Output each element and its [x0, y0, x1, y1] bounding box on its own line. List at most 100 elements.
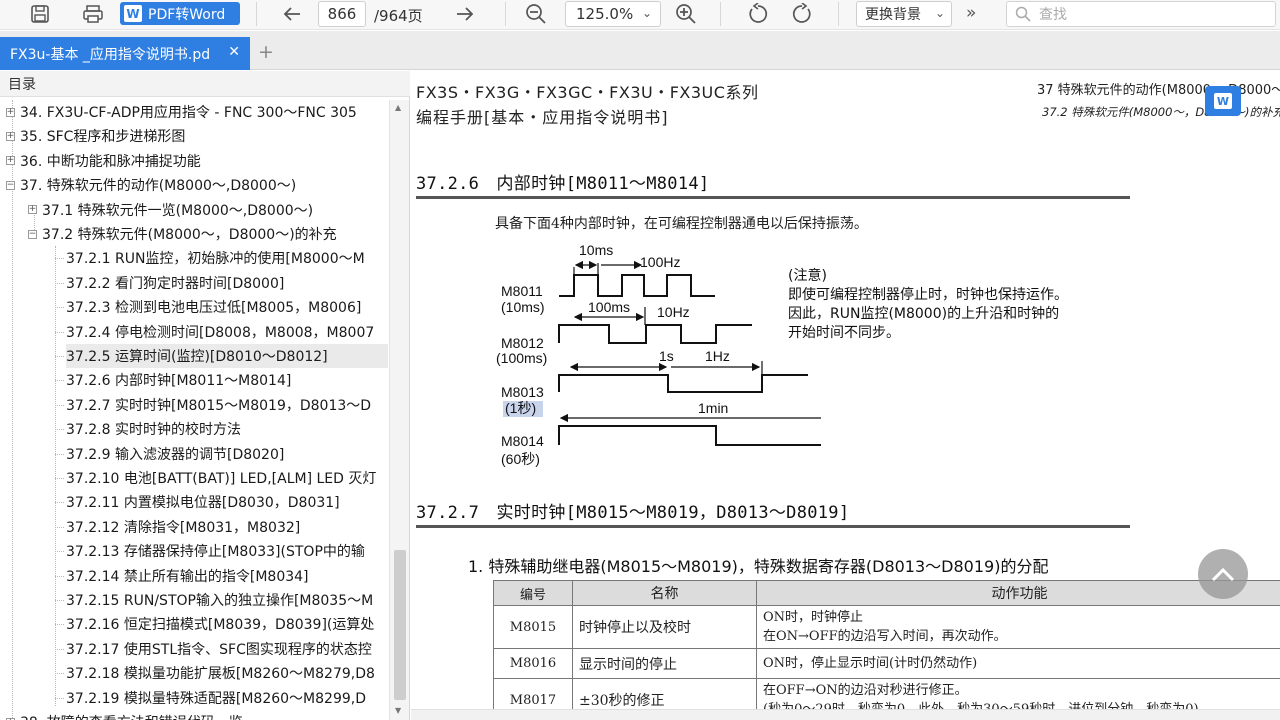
header-series: FX3S・FX3G・FX3GC・FX3U・FX3UC系列: [416, 83, 759, 102]
sidebar-scrollbar[interactable]: ▲ ▼: [389, 100, 409, 720]
toc-item[interactable]: 37.2.11 内置模拟电位器[D8030，D8031]: [55, 490, 388, 514]
toc-item-label: 37.2.16 恒定扫描模式[M8039，D8039](运算处: [66, 617, 375, 634]
tab-bar: FX3u-基本 _应用指令说明书.pd ✕ +: [0, 31, 1280, 70]
zoom-out-icon[interactable]: [523, 2, 549, 26]
m8013-waveform: [558, 374, 808, 393]
document-tab[interactable]: FX3u-基本 _应用指令说明书.pd ✕: [0, 37, 250, 70]
section-title-realtime-clock: 37.2.7 实时时钟[M8015～M8019，D8013～D8019]: [416, 503, 850, 523]
collapse-icon[interactable]: −: [6, 180, 15, 190]
toc-item[interactable]: +34. FX3U-CF-ADP用应用指令 - FNC 300～FNC 305: [6, 100, 388, 124]
search-icon: [1015, 6, 1031, 22]
m8012-waveform: [558, 324, 752, 344]
document-horizontal-scrollbar[interactable]: [411, 709, 1280, 720]
tree-line: [55, 246, 56, 706]
arrow-left-icon[interactable]: [279, 2, 305, 26]
tree-line: [55, 697, 64, 699]
chevron-up-icon: [1211, 567, 1235, 582]
toc-item-label: 37. 特殊软元件的动作(M8000～,D8000～): [20, 178, 297, 195]
note-title: (注意): [788, 268, 827, 284]
m8011-width: 10ms: [579, 242, 613, 258]
rotate-left-icon[interactable]: [745, 2, 771, 26]
rotate-right-icon[interactable]: [789, 2, 815, 26]
scroll-up-arrow-icon[interactable]: ▲: [395, 103, 401, 112]
background-select[interactable]: 更换背景 ⌄: [856, 1, 952, 27]
toc-item[interactable]: +35. SFC程序和步进梯形图: [6, 124, 388, 148]
toc-item-label: 37.2.6 内部时钟[M8011～M8014]: [66, 373, 292, 390]
table-cell-name: 显示时间的停止: [572, 648, 757, 679]
toc-item-label: 37.2.10 电池[BATT(BAT)] LED,[ALM] LED 灭灯: [66, 471, 377, 487]
toc-item-label: 37.2.17 使用STL指令、SFC图实现程序的状态控: [66, 641, 372, 658]
toc-item[interactable]: 37.2.14 禁止所有输出的指令[M8034]: [55, 564, 388, 588]
expand-icon[interactable]: +: [6, 131, 15, 141]
collapse-icon[interactable]: −: [28, 229, 37, 239]
tree-line: [55, 453, 64, 455]
header-manual: 编程手册[基本・应用指令说明书]: [416, 108, 669, 127]
save-icon[interactable]: [27, 2, 53, 26]
function-line: ON时，停止显示时间(计时仍然动作): [763, 656, 978, 671]
toc-item-label: 37.2.9 输入滤波器的调节[D8020]: [66, 446, 285, 463]
toc-item[interactable]: 37.2.1 RUN监控，初始脉冲的使用[M8000～M: [55, 246, 388, 270]
note-line: 因此，RUN监控(M8000)的上升沿和时钟的: [788, 306, 1060, 322]
toc-item[interactable]: 37.2.17 使用STL指令、SFC图实现程序的状态控: [55, 637, 388, 661]
toc-item-label: 36. 中断功能和脉冲捕捉功能: [20, 153, 201, 170]
search-input[interactable]: 查找: [1006, 1, 1276, 27]
page-number-input[interactable]: 866: [318, 1, 366, 27]
table-row: M8016 显示时间的停止 ON时，停止显示时间(计时仍然动作): [493, 648, 1280, 679]
close-icon[interactable]: ✕: [228, 44, 240, 60]
tree-line: [55, 429, 64, 431]
add-tab-button[interactable]: +: [258, 41, 274, 63]
zoom-select[interactable]: 125.0% ⌄: [565, 1, 661, 27]
toc-item[interactable]: −37. 特殊软元件的动作(M8000～,D8000～): [6, 173, 388, 197]
toc-item-label: 37.2.7 实时时钟[M8015～M8019，D8013～D: [66, 397, 372, 414]
toc-item[interactable]: 37.2.18 模拟量功能扩展板[M8260～M8279,D8: [55, 661, 388, 685]
table-cell-function: ON时，停止显示时间(计时仍然动作): [756, 648, 1280, 679]
word-icon: W: [124, 5, 142, 22]
toc-item-label: 34. FX3U-CF-ADP用应用指令 - FNC 300～FNC 305: [20, 105, 357, 121]
toc-item-label: 37.2.8 实时时钟的校时方法: [66, 422, 241, 439]
table-cell-no: M8016: [493, 648, 573, 679]
toc-item[interactable]: 37.2.8 实时时钟的校时方法: [55, 417, 388, 441]
toc-item-label: 38. 故障的查看方法和错误代码一览: [20, 712, 243, 720]
toc-item[interactable]: 37.2.12 清除指令[M8031，M8032]: [55, 515, 388, 539]
section-rule: [416, 525, 1130, 528]
toc-item[interactable]: 37.2.15 RUN/STOP输入的独立操作[M8035～M: [55, 588, 388, 612]
toc-item[interactable]: +37.1 特殊软元件一览(M8000～,D8000～): [28, 198, 388, 222]
m8011-waveform: [559, 274, 715, 297]
word-float-button[interactable]: W: [1205, 86, 1241, 116]
toc-item[interactable]: 37.2.7 实时时钟[M8015～M8019，D8013～D: [55, 393, 388, 417]
expand-icon[interactable]: +: [28, 205, 37, 215]
sidebar-scrollbar-thumb[interactable]: [394, 550, 406, 700]
background-select-label: 更换背景: [865, 7, 921, 23]
expand-icon[interactable]: +: [6, 156, 15, 166]
toc-item-label: 37.2.4 停电检测时间[D8008，M8008，M8007: [66, 324, 375, 341]
toc-item[interactable]: 37.2.10 电池[BATT(BAT)] LED,[ALM] LED 灭灯: [55, 466, 388, 490]
arrow-right-icon[interactable]: [452, 2, 478, 26]
m8013-frequency: 1Hz: [705, 348, 730, 364]
scroll-to-top-button[interactable]: [1198, 549, 1248, 599]
tree-line: [55, 307, 64, 309]
more-tools-button[interactable]: »: [966, 3, 976, 23]
print-icon[interactable]: [80, 2, 106, 26]
toc-item-label: 37.2.14 禁止所有输出的指令[M8034]: [66, 568, 309, 585]
function-line: 在ON→OFF的边沿写入时间，再次动作。: [763, 629, 1007, 644]
toc-item[interactable]: 37.2.16 恒定扫描模式[M8039，D8039](运算处: [55, 612, 388, 636]
toc-item[interactable]: 37.2.2 看门狗定时器时间[D8000]: [55, 271, 388, 295]
scroll-down-arrow-icon[interactable]: ▼: [395, 706, 401, 715]
toc-item[interactable]: +36. 中断功能和脉冲捕捉功能: [6, 149, 388, 173]
toc-item[interactable]: 37.2.6 内部时钟[M8011～M8014]: [55, 368, 388, 392]
toc-item[interactable]: 37.2.19 模拟量特殊适配器[M8260～M8299,D: [55, 686, 388, 710]
toc-item[interactable]: 37.2.5 运算时间(监控)[D8010～D8012]: [55, 344, 388, 368]
pdf-to-word-button[interactable]: W PDF转Word: [120, 2, 240, 25]
toc-item[interactable]: 37.2.4 停电检测时间[D8008，M8008，M8007: [55, 320, 388, 344]
toc-item[interactable]: 37.2.3 检测到电池电压过低[M8005，M8006]: [55, 295, 388, 319]
toc-item[interactable]: 37.2.13 存储器保持停止[M8033](STOP中的输: [55, 539, 388, 563]
zoom-in-icon[interactable]: [673, 2, 699, 26]
toc-item-label: 37.2.18 模拟量功能扩展板[M8260～M8279,D8: [66, 666, 375, 683]
function-line: ON时，时钟停止: [763, 610, 864, 625]
expand-icon[interactable]: +: [6, 107, 15, 117]
word-icon: W: [1214, 93, 1232, 109]
toc-item[interactable]: 37.2.9 输入滤波器的调节[D8020]: [55, 442, 388, 466]
toc-item[interactable]: −37.2 特殊软元件(M8000～，D8000～)的补充: [28, 222, 388, 246]
toc-item[interactable]: +38. 故障的查看方法和错误代码一览: [6, 710, 388, 720]
m8012-frequency: 10Hz: [657, 304, 690, 320]
